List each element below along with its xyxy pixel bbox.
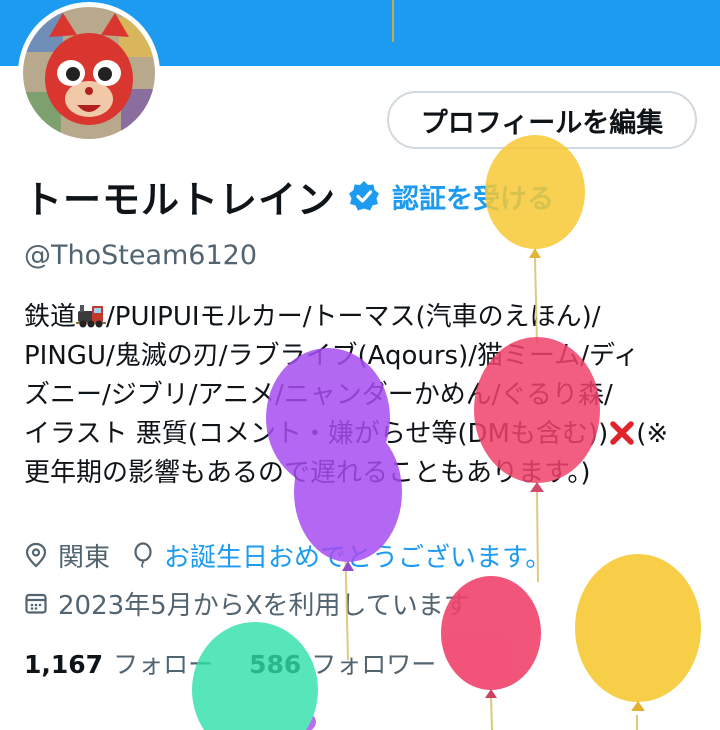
bio: 鉄道 /PUIPUIモルカー/トーマス(汽車のえほん)/ PINGU/鬼滅の刃/… — [24, 298, 704, 493]
following-count: 1,167 — [24, 650, 104, 679]
balloon-yellow-right — [575, 554, 701, 730]
birthday-link[interactable]: お誕生日おめでとうございます。 — [164, 537, 551, 574]
followers-count: 586 — [249, 650, 302, 679]
following-link[interactable]: 1,167 フォロー — [24, 645, 213, 681]
name-row: トーモルトレイン 認証を受ける — [24, 170, 554, 222]
verified-badge-icon — [349, 181, 380, 211]
followers-label: フォロワー — [311, 650, 437, 679]
joined-date-text: 2023年5月からXを利用しています — [58, 590, 470, 621]
bio-line: ズニー/ジブリ/アニメ/ニャンダーかめん/ぐるり森/ — [24, 380, 613, 410]
bio-line: 更年期の影響もあるので遅れることもあります。) — [24, 458, 591, 488]
location-text: 関東 — [58, 542, 111, 573]
bio-line: イラスト 悪質(コメント・嫌がらせ等(DMも含む)) (※ — [24, 415, 704, 454]
bio-text: (※ — [636, 419, 669, 449]
bio-line: PINGU/鬼滅の刃/ラブライブ(Aqours)/猫ミーム/ディ — [24, 341, 640, 371]
bio-text: /PUIPUIモルカー/トーマス(汽車のえほん)/ — [106, 302, 601, 332]
edit-profile-button[interactable]: プロフィールを編集 — [387, 91, 697, 149]
following-label: フォロー — [113, 650, 214, 679]
follow-stats: 1,167 フォロー 586 フォロワー — [24, 645, 436, 681]
train-emoji-icon — [76, 305, 107, 328]
get-verified-link[interactable]: 認証を受ける — [392, 177, 554, 216]
bio-text: 鉄道 — [24, 302, 77, 332]
avatar[interactable] — [18, 2, 160, 144]
bio-line: 鉄道 /PUIPUIモルカー/トーマス(汽車のえほん)/ — [24, 298, 704, 337]
profile-meta-row: 関東 お誕生日おめでとうございます。 — [24, 537, 551, 573]
avatar-image — [23, 7, 155, 139]
calendar-icon — [25, 593, 47, 614]
display-name: トーモルトレイン — [24, 177, 337, 222]
bio-text: イラスト 悪質(コメント・嫌がらせ等(DMも含む)) — [24, 419, 609, 449]
joined-row: 2023年5月からXを利用しています — [24, 585, 470, 621]
cross-mark-icon — [610, 421, 635, 445]
balloon-icon — [134, 542, 152, 568]
user-handle: @ThoSteam6120 — [24, 240, 258, 271]
banner-balloon-string — [392, 0, 394, 42]
location-pin-icon — [25, 542, 47, 568]
followers-link[interactable]: 586 フォロワー — [249, 645, 436, 681]
